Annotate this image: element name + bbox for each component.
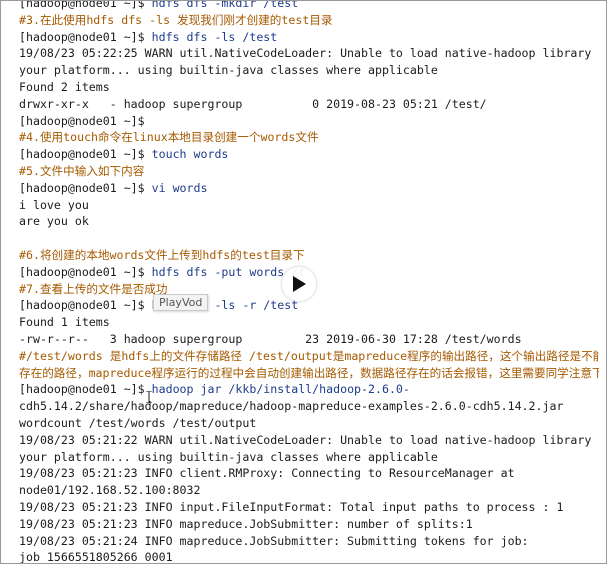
video-frame: [hadoop@node01 ~]$ hdfs dfs -mkdir /test… <box>0 0 607 564</box>
terminal-output-line: -rw-r--r-- 3 hadoop supergroup 23 2019-0… <box>19 331 522 346</box>
terminal-output-line: your platform... using builtin-java clas… <box>19 63 438 78</box>
shell-prompt: [hadoop@node01 ~]$ <box>19 264 152 279</box>
shell-prompt: [hadoop@node01 ~]$ <box>19 113 152 128</box>
shell-prompt: [hadoop@node01 ~]$ <box>19 0 152 10</box>
terminal-command-line: [hadoop@node01 ~]$ hdfs dfs -mkdir /test <box>19 0 599 12</box>
terminal-output-line: 19/08/23 05:21:23 INFO input.FileInputFo… <box>19 499 564 514</box>
terminal-comment-line: #5.文件中输入如下内容 <box>19 163 145 178</box>
terminal-output-line: 19/08/23 05:21:23 INFO client.RMProxy: C… <box>19 466 515 481</box>
terminal-command-line: [hadoop@node01 ~]$ <box>19 113 599 130</box>
terminal-comment-line: #4.使用touch命令在linux本地目录创建一个words文件 <box>19 130 319 145</box>
terminal-output-line: are you ok <box>19 214 89 229</box>
terminal-output-line: Found 1 items <box>19 315 110 330</box>
command-text: hdfs dfs -put words /t <box>151 264 306 279</box>
terminal-output-line: wordcount /test/words /test/output <box>19 415 257 430</box>
terminal-comment-line: #3.在此使用hdfs dfs -ls 发现我们刚才创建的test目录 <box>19 12 333 27</box>
command-text: touch words <box>151 147 229 162</box>
terminal-comment-line: #/test/words 是hdfs上的文件存储路径 /test/output是… <box>19 348 599 363</box>
terminal-command-line: [hadoop@node01 ~]$ hdfs dfs -ls -r /test <box>19 297 599 314</box>
terminal-comment-line: #6.将创建的本地words文件上传到hdfs的test目录下 <box>19 247 305 262</box>
terminal-output-line: your platform... using builtin-java clas… <box>19 449 438 464</box>
terminal-output-line: 19/08/23 05:21:24 INFO mapreduce.JobSubm… <box>19 533 529 548</box>
terminal-output-line: node01/192.168.52.100:8032 <box>19 483 201 498</box>
terminal-output-line: cdh5.14.2/share/hadoop/mapreduce/hadoop-… <box>19 399 564 414</box>
command-text: hdfs dfs -ls /test <box>151 29 278 44</box>
command-text: hadoop jar /kkb/install/hadoop-2.6.0- <box>151 382 410 397</box>
playvod-tooltip: PlayVod <box>153 294 209 311</box>
terminal-comment-line: 存在的路径，mapreduce程序运行的过程中会自动创建输出路径，数据路径存在的… <box>19 365 599 380</box>
shell-prompt: [hadoop@node01 ~]$ <box>19 298 152 313</box>
terminal-command-line: [hadoop@node01 ~]$ vi words <box>19 180 599 197</box>
text-cursor-icon <box>146 391 152 403</box>
shell-prompt: [hadoop@node01 ~]$ <box>19 29 152 44</box>
terminal-output-line: 19/08/23 05:22:25 WARN util.NativeCodeLo… <box>19 46 599 61</box>
terminal-output-line: job_1566551805266_0001 <box>19 550 173 564</box>
shell-prompt: [hadoop@node01 ~]$ <box>19 382 152 397</box>
terminal-command-line: [hadoop@node01 ~]$ hdfs dfs -ls /test <box>19 29 599 46</box>
play-button[interactable] <box>282 267 316 301</box>
terminal-output-line: 19/08/23 05:21:23 INFO mapreduce.JobSubm… <box>19 516 473 531</box>
terminal-output-line: Found 2 items <box>19 79 110 94</box>
command-text: hdfs dfs -mkdir /test <box>151 0 299 10</box>
terminal-command-line: [hadoop@node01 ~]$ hadoop jar /kkb/insta… <box>19 381 599 398</box>
command-text: vi words <box>151 180 208 195</box>
shell-prompt: [hadoop@node01 ~]$ <box>19 147 152 162</box>
terminal-command-line: [hadoop@node01 ~]$ touch words <box>19 146 599 163</box>
terminal-output-line: 19/08/23 05:21:22 WARN util.NativeCodeLo… <box>19 432 599 447</box>
shell-prompt: [hadoop@node01 ~]$ <box>19 180 152 195</box>
play-icon <box>293 276 306 292</box>
terminal-output-line: drwxr-xr-x - hadoop supergroup 0 2019-08… <box>19 96 487 111</box>
terminal-output-line: i love you <box>19 197 89 212</box>
